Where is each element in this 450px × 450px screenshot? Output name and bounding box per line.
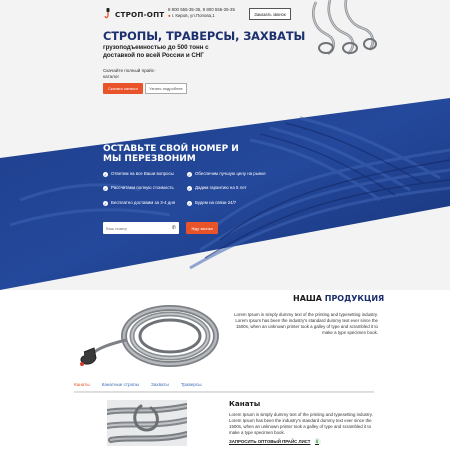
product-item-title: Канаты [229,399,261,408]
landing-page: СТРОП-ОПТ 8 800 555-35-35, 8 800 555-35-… [0,0,450,450]
brand-name: СТРОП-ОПТ [115,9,165,19]
check-icon: ✓ [187,201,192,206]
download-icon: ⬇ [313,438,321,445]
check-icon: ✓ [103,186,108,191]
check-icon: ✓ [103,172,108,177]
benefit-item: ✓ Обеспечим лучшую цену на рынке [187,171,271,177]
products-description: Lorem Ipsum is simply dummy text of the … [234,312,378,336]
benefit-text: Рассчитаем полную стоимость [111,185,174,190]
location-pin-icon: ● [168,13,171,19]
products-title: НАША ПРОДУКЦИЯ [293,294,384,303]
hero-subtitle: грузоподъемностью до 500 тонн с доставко… [103,44,209,60]
benefit-item: ✓ Ответим на все Ваши вопросы [103,171,187,177]
phone-input[interactable] [106,225,166,231]
address-text: г. Киров, ул.Попова,1 [171,13,215,19]
rope-coil-image [80,305,219,367]
phone-icon: ✆ [171,225,176,231]
contacts-block: 8 800 555-35-35, 8 800 555-35-35 ● г. Ки… [168,7,235,20]
benefit-text: Ответим на все Ваши вопросы [111,171,174,176]
product-item-description: Lorem Ipsum is simply dummy text of the … [229,412,373,435]
tab-rope-slings[interactable]: Канатные стропы [102,380,139,391]
order-call-button[interactable]: Заказать звонок [249,8,291,20]
address-line: ● г. Киров, ул.Попова,1 [168,13,235,19]
tab-ropes[interactable]: Канаты [74,380,90,391]
hook-logo-icon [104,8,110,19]
products-title-accent: ПРОДУКЦИЯ [324,294,385,303]
tab-traverses[interactable]: Траверсы [181,380,202,391]
tabs-divider [74,391,374,393]
product-tabs: Канаты Канатные стропы Захваты Траверсы [74,380,374,392]
download-catalog-button[interactable]: Скачать каталог [103,83,143,94]
request-price-list-label: ЗАПРОСИТЬ ОПТОВЫЙ ПРАЙС ЛИСТ [229,439,311,444]
callback-title: ОСТАВЬТЕ СВОЙ НОМЕР И МЫ ПЕРЕЗВОНИМ [103,144,239,165]
hero-title: СТРОПЫ, ТРАВЕРСЫ, ЗАХВАТЫ [103,29,306,43]
hero-note: Скачайте полный прайс-каталог [103,68,156,80]
rope-product-image [107,400,187,446]
submit-callback-button[interactable]: Жду звонка [186,222,218,234]
benefit-item: ✓ Рассчитаем полную стоимость [103,185,187,191]
benefit-text: Обеспечим лучшую цену на рынке [195,171,266,176]
learn-more-button[interactable]: Узнать подробнее [145,83,187,94]
benefit-item: ✓ Дадим гарантию на 5 лет [187,185,271,191]
phone-field[interactable]: ✆ [103,222,179,234]
products-title-prefix: НАША [293,294,325,303]
check-icon: ✓ [187,172,192,177]
benefit-item: ✓ Бесплатно доставим за 3-4 дня [103,200,187,206]
benefit-text: Бесплатно доставим за 3-4 дня [111,200,176,205]
benefit-text: Будем на связи 24/7 [195,200,237,205]
check-icon: ✓ [103,201,108,206]
brand-logo[interactable]: СТРОП-ОПТ [104,8,164,20]
check-icon: ✓ [187,186,192,191]
request-price-list-link[interactable]: ЗАПРОСИТЬ ОПТОВЫЙ ПРАЙС ЛИСТ ⬇ [229,438,321,445]
tab-grips[interactable]: Захваты [151,380,169,391]
hero-section: СТРОП-ОПТ 8 800 555-35-35, 8 800 555-35-… [0,0,450,290]
rope-slings-image [312,0,377,56]
benefit-text: Дадим гарантию на 5 лет [195,185,247,190]
benefit-item: ✓ Будем на связи 24/7 [187,200,271,206]
